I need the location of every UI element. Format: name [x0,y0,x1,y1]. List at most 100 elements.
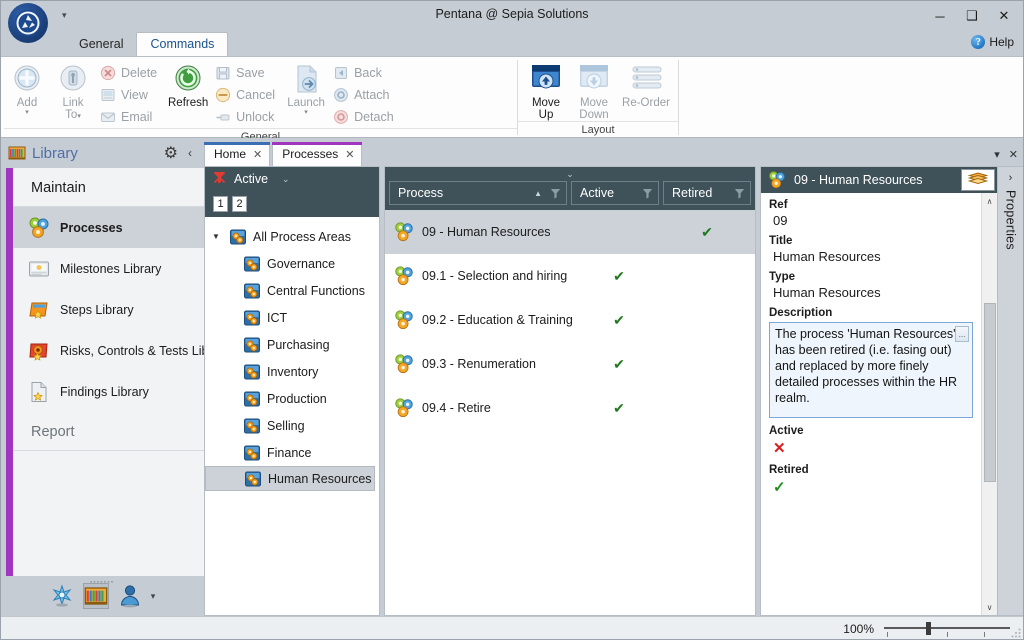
chevron-down-icon[interactable]: ▾ [304,109,308,116]
tab-commands[interactable]: Commands [136,32,229,56]
field-value-type[interactable]: Human Resources [769,283,973,300]
scroll-up-icon[interactable]: ∧ [982,193,998,209]
page-button-1[interactable]: 1 [213,196,228,212]
column-header-active[interactable]: Active [571,181,659,205]
slider-handle[interactable] [926,621,931,635]
scrollbar-track[interactable] [982,209,998,599]
ribbon-button-delete[interactable]: Delete [98,62,163,84]
ribbon-button-move-down[interactable]: Move Down [570,60,618,121]
tree-node-purchasing[interactable]: Purchasing [205,331,379,358]
minimize-button[interactable]: ─ [924,2,956,30]
process-area-icon [243,309,261,327]
description-expand-button[interactable]: ... [955,326,969,342]
ribbon-button-re-order[interactable]: Re-Order [618,60,674,109]
field-value-ref[interactable]: 09 [769,211,973,228]
sidebar-item-findings-library[interactable]: Findings Library [13,371,228,412]
process-icon [767,170,787,190]
close-icon[interactable]: ✕ [253,148,262,161]
doc-tab-home[interactable]: Home ✕ [204,142,271,166]
ribbon-button-detach[interactable]: Detach [331,106,400,128]
delete-icon [100,65,116,81]
tree-node-ict[interactable]: ICT [205,304,379,331]
ribbon-group-general: Add ▾ Link To▾ Delete View Email Refresh… [4,57,517,143]
tree-node-central-functions[interactable]: Central Functions [205,277,379,304]
tree-node-label: Production [267,391,327,406]
scrollbar-thumb[interactable] [983,302,996,482]
sidebar-accent-bar [6,168,13,576]
chevron-down-icon[interactable]: ▾ [77,113,81,120]
properties-scrollbar[interactable]: ∧ ∨ [981,193,997,615]
ribbon-button-unlock[interactable]: Unlock [213,106,281,128]
table-row[interactable]: 09.1 - Selection and hiring ✔ [385,254,755,298]
user-icon[interactable] [117,583,143,609]
tree-node-selling[interactable]: Selling [205,412,379,439]
list-collapse-bar[interactable]: ⌄ [385,167,755,181]
ribbon: Add ▾ Link To▾ Delete View Email Refresh… [0,56,1024,143]
tree-node-finance[interactable]: Finance [205,439,379,466]
open-book-button[interactable] [961,169,995,191]
sidebar-item-risks-controls-tests-library[interactable]: Risks, Controls & Tests Libra [13,330,228,371]
filter-clear-icon[interactable] [213,171,226,187]
maximize-button[interactable]: ❑ [956,2,988,30]
table-row[interactable]: 09 - Human Resources ✔ [385,210,755,254]
sort-ascending-icon[interactable]: ▲ [534,189,542,198]
close-icon[interactable]: ✕ [345,148,354,161]
tree-node-production[interactable]: Production [205,385,379,412]
expander-icon[interactable]: ▼ [209,232,223,241]
tree-node-all-process-areas[interactable]: ▼ All Process Areas [205,223,379,250]
field-value-title[interactable]: Human Resources [769,247,973,264]
zoom-percent-label: 100% [843,621,874,636]
gear-icon[interactable]: ⚙ [164,143,178,163]
ribbon-button-cancel[interactable]: Cancel [213,84,281,106]
properties-side-tab[interactable]: › Properties [998,166,1024,616]
chevron-down-icon[interactable]: ⌄ [282,174,290,185]
ribbon-button-link-to[interactable]: Link To▾ [50,60,96,121]
table-row[interactable]: 09.3 - Renumeration ✔ [385,342,755,386]
ribbon-button-back[interactable]: Back [331,62,400,84]
ribbon-button-attach[interactable]: Attach [331,84,400,106]
sidebar-resize-grip[interactable]: ▪▪▪▪▪▪▪ [0,579,204,586]
sidebar-item-milestones-library[interactable]: Milestones Library [13,248,228,289]
help-button[interactable]: ? Help [971,35,1014,49]
library-icon[interactable] [82,583,109,609]
funnel-icon[interactable] [642,188,653,199]
description-textarea[interactable]: The process 'Human Resources' has been r… [769,322,973,418]
ribbon-button-view[interactable]: View [98,84,163,106]
tree-node-human-resources[interactable]: Human Resources [205,466,375,491]
funnel-icon[interactable] [550,188,561,199]
ribbon-button-email[interactable]: Email [98,106,163,128]
funnel-icon[interactable] [734,188,745,199]
close-button[interactable]: ✕ [988,2,1020,30]
tree-filter-bar[interactable]: Active ⌄ [205,167,379,191]
ribbon-button-refresh[interactable]: Refresh [165,60,211,109]
ribbon-button-add[interactable]: Add ▾ [4,60,50,116]
pentana-logo[interactable] [8,3,48,43]
column-header-retired[interactable]: Retired [663,181,751,205]
table-row[interactable]: 09.4 - Retire ✔ [385,386,755,430]
ribbon-button-launch[interactable]: Launch ▾ [283,60,329,116]
ribbon-button-move-up[interactable]: Move Up [522,60,570,121]
zoom-slider[interactable] [884,621,1010,637]
tab-general[interactable]: General [66,33,136,56]
chevron-down-icon[interactable]: ▾ [151,591,156,602]
tree-node-inventory[interactable]: Inventory [205,358,379,385]
sidebar-item-steps-library[interactable]: Steps Library [13,289,228,330]
chevron-down-icon[interactable]: ▾ [25,109,29,116]
column-header-process[interactable]: Process ▲ [389,181,567,205]
page-button-2[interactable]: 2 [232,196,247,212]
expand-properties-icon[interactable]: › [1009,172,1013,184]
sidebar-section-report[interactable]: Report ⌄ [13,412,228,451]
doc-tab-processes[interactable]: Processes ✕ [272,142,363,166]
table-row[interactable]: 09.2 - Education & Training ✔ [385,298,755,342]
resize-grip-icon[interactable] [1010,626,1022,638]
explorer-icon[interactable] [49,583,75,609]
ribbon-button-move-down-label2: Down [579,109,609,121]
scroll-down-icon[interactable]: ∨ [982,599,998,615]
tab-list-dropdown-icon[interactable]: ▾ [994,148,1000,161]
close-tab-icon[interactable]: ✕ [1009,148,1018,161]
tree-node-governance[interactable]: Governance [205,250,379,277]
ribbon-button-detach-label: Detach [354,110,394,124]
collapse-sidebar-button[interactable]: ‹ [184,146,196,160]
ribbon-button-save[interactable]: Save [213,62,281,84]
sidebar-item-processes[interactable]: Processes [13,207,228,248]
